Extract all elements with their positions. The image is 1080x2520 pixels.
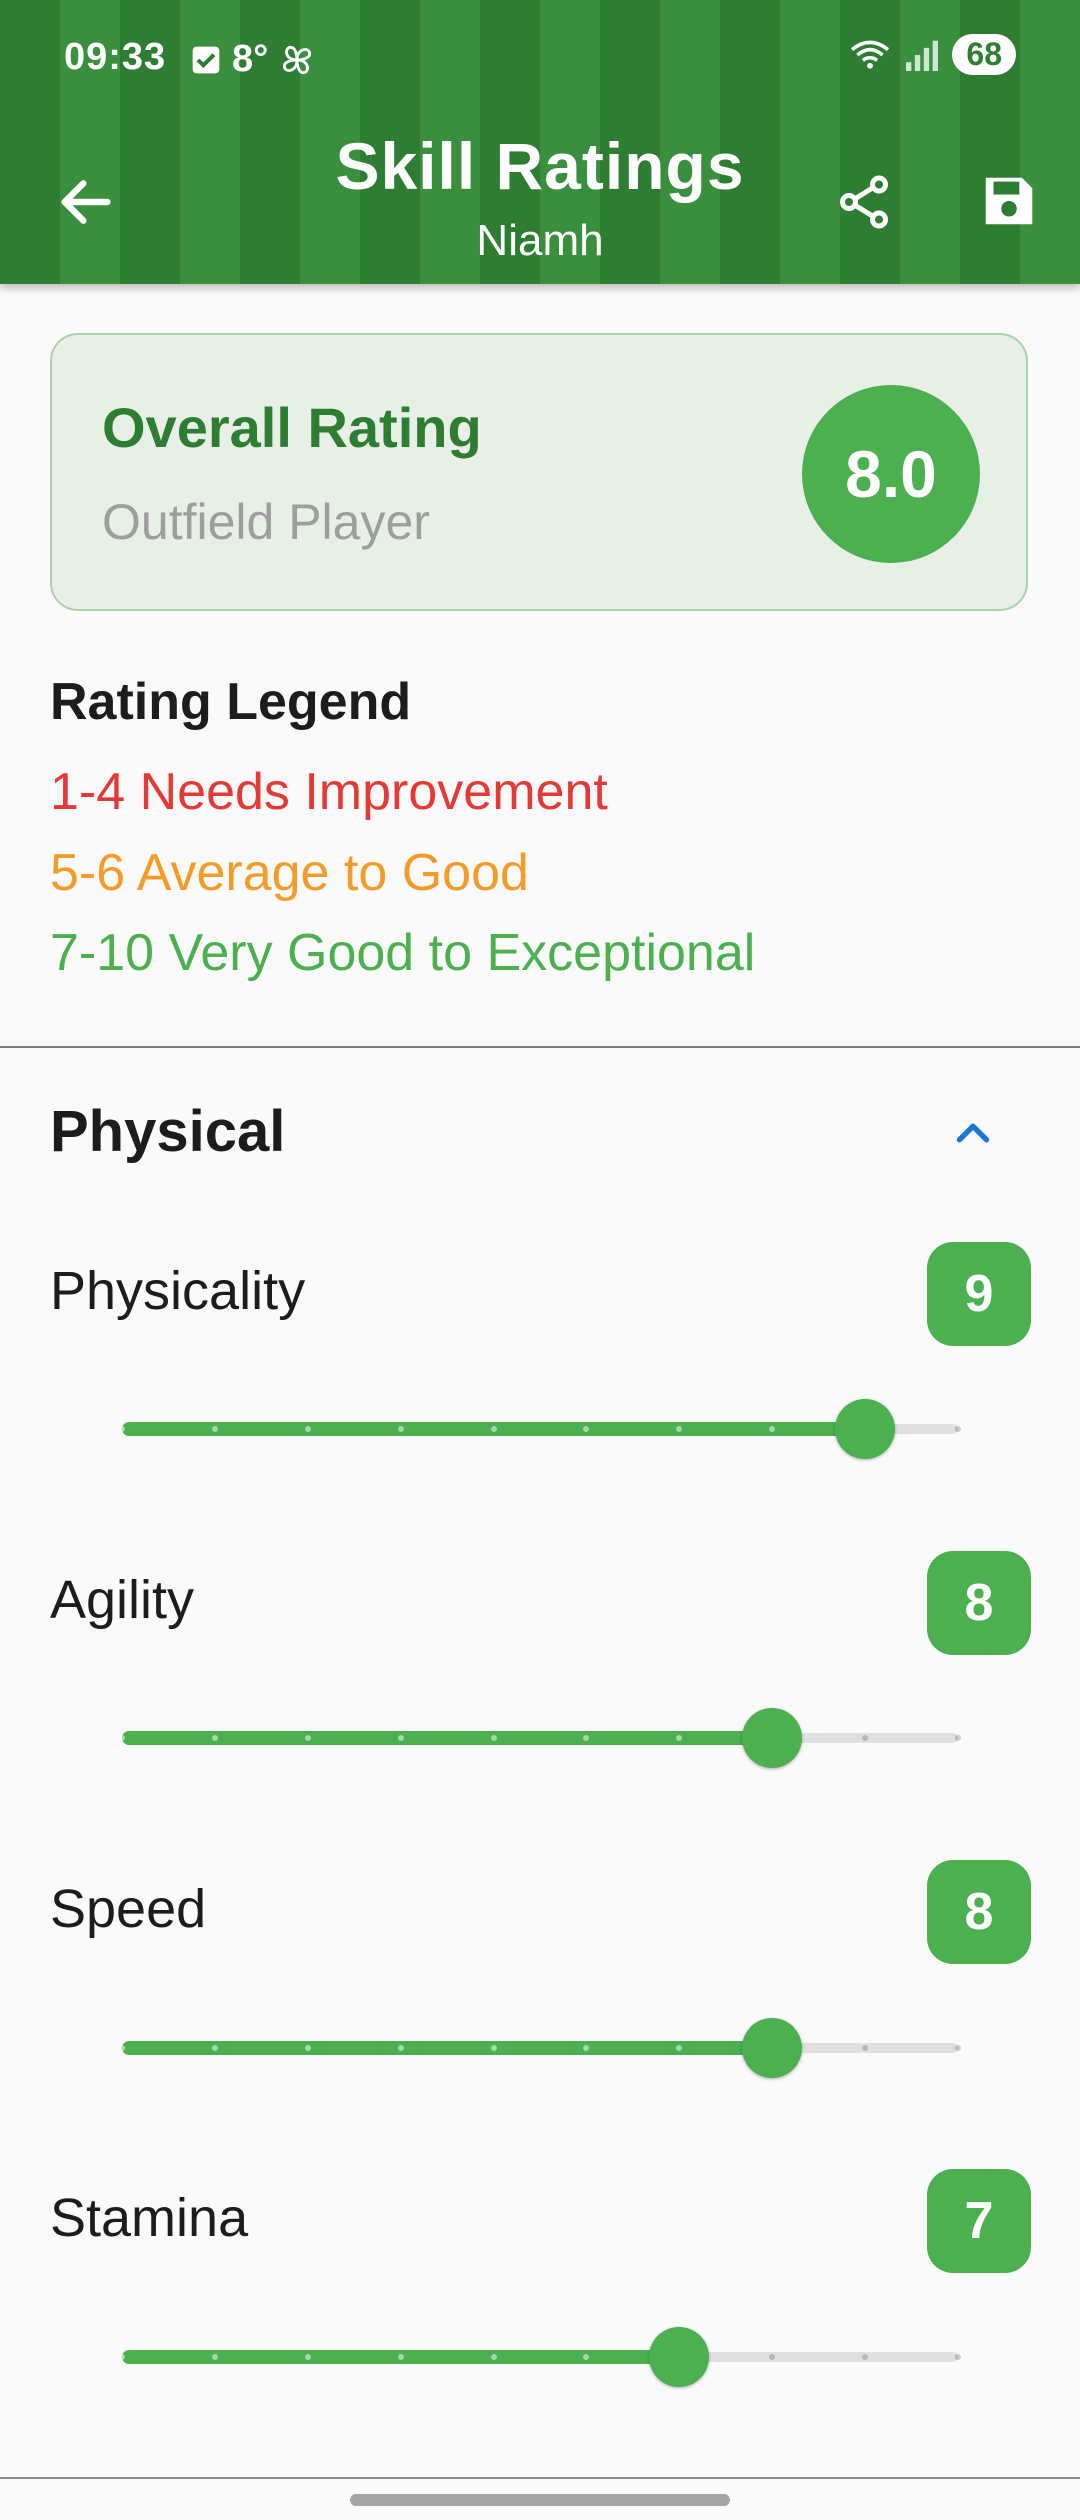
slider-tick [119, 2045, 125, 2051]
slider-tick [955, 1426, 961, 1432]
slider-fill [122, 2041, 773, 2055]
slider-tick [397, 1735, 404, 1741]
slider-tick [490, 1426, 497, 1432]
slider-tick [119, 1735, 125, 1741]
slider-tick [397, 2045, 404, 2051]
slider-tick [490, 2354, 497, 2360]
skill-name: Speed [50, 1879, 207, 1939]
chevron-up-icon[interactable] [946, 1106, 1000, 1160]
legend-very-good: 7-10 Very Good to Exceptional [50, 924, 756, 982]
divider [0, 1046, 1080, 1048]
save-icon[interactable] [978, 170, 1040, 232]
slider-tick [490, 2045, 497, 2051]
slider-tick [119, 2354, 125, 2360]
legend-title: Rating Legend [50, 673, 412, 731]
slider-thumb[interactable] [742, 2018, 803, 2078]
status-time: 09:33 [64, 36, 167, 78]
status-temperature: 8° [232, 38, 269, 80]
wifi-icon [851, 40, 890, 69]
legend-needs-improvement: 1-4 Needs Improvement [50, 763, 608, 821]
slider-tick [955, 2354, 961, 2360]
skill-name: Agility [50, 1570, 195, 1630]
share-icon[interactable] [834, 172, 894, 232]
signal-icon [906, 40, 939, 71]
skill-slider[interactable] [119, 1398, 961, 1459]
slider-fill [122, 1731, 773, 1745]
overall-rating-label: Overall Rating [102, 396, 482, 459]
slider-thumb[interactable] [742, 1708, 803, 1768]
player-name: Niamh [476, 216, 604, 265]
slider-tick [304, 2354, 311, 2360]
home-indicator[interactable] [350, 2494, 730, 2506]
overall-rating-card: Overall Rating Outfield Player 8.0 [50, 333, 1028, 611]
slider-tick [211, 1426, 218, 1432]
notification-check-icon [192, 46, 220, 73]
slider-tick [211, 2354, 218, 2360]
slider-tick [490, 1735, 497, 1741]
slider-tick [397, 2354, 404, 2360]
slider-tick [304, 2045, 311, 2051]
pinwheel-icon [283, 45, 312, 74]
overall-rating-value: 8.0 [802, 385, 980, 563]
status-left-icons: 8° [190, 38, 316, 81]
slider-tick [955, 1735, 961, 1741]
skill-slider[interactable] [119, 1707, 961, 1768]
bottom-divider [0, 2477, 1080, 2479]
skill-value-badge: 8 [927, 1551, 1031, 1655]
skill-value-badge: 8 [927, 1860, 1031, 1964]
skill-value-badge: 9 [927, 1242, 1031, 1346]
slider-thumb[interactable] [835, 1399, 896, 1459]
skill-name: Physicality [50, 1261, 306, 1321]
slider-tick [119, 1426, 125, 1432]
slider-tick [955, 2045, 961, 2051]
slider-tick [211, 1735, 218, 1741]
legend-average-to-good: 5-6 Average to Good [50, 844, 529, 902]
section-title: Physical [50, 1099, 286, 1164]
slider-tick [304, 1426, 311, 1432]
skill-slider[interactable] [119, 2326, 961, 2387]
app-bar: 09:33 8° 68 Skill Ratings Niamh [0, 0, 1080, 284]
skill-slider[interactable] [119, 2017, 961, 2078]
battery-indicator: 68 [952, 34, 1016, 75]
skill-name: Stamina [50, 2188, 249, 2248]
slider-tick [397, 1426, 404, 1432]
player-position: Outfield Player [102, 494, 430, 550]
slider-thumb[interactable] [649, 2327, 710, 2387]
slider-tick [304, 1735, 311, 1741]
slider-tick [211, 2045, 218, 2051]
status-right-icons: 68 [848, 34, 1016, 75]
page-title: Skill Ratings [335, 129, 745, 203]
skill-value-badge: 7 [927, 2169, 1031, 2273]
